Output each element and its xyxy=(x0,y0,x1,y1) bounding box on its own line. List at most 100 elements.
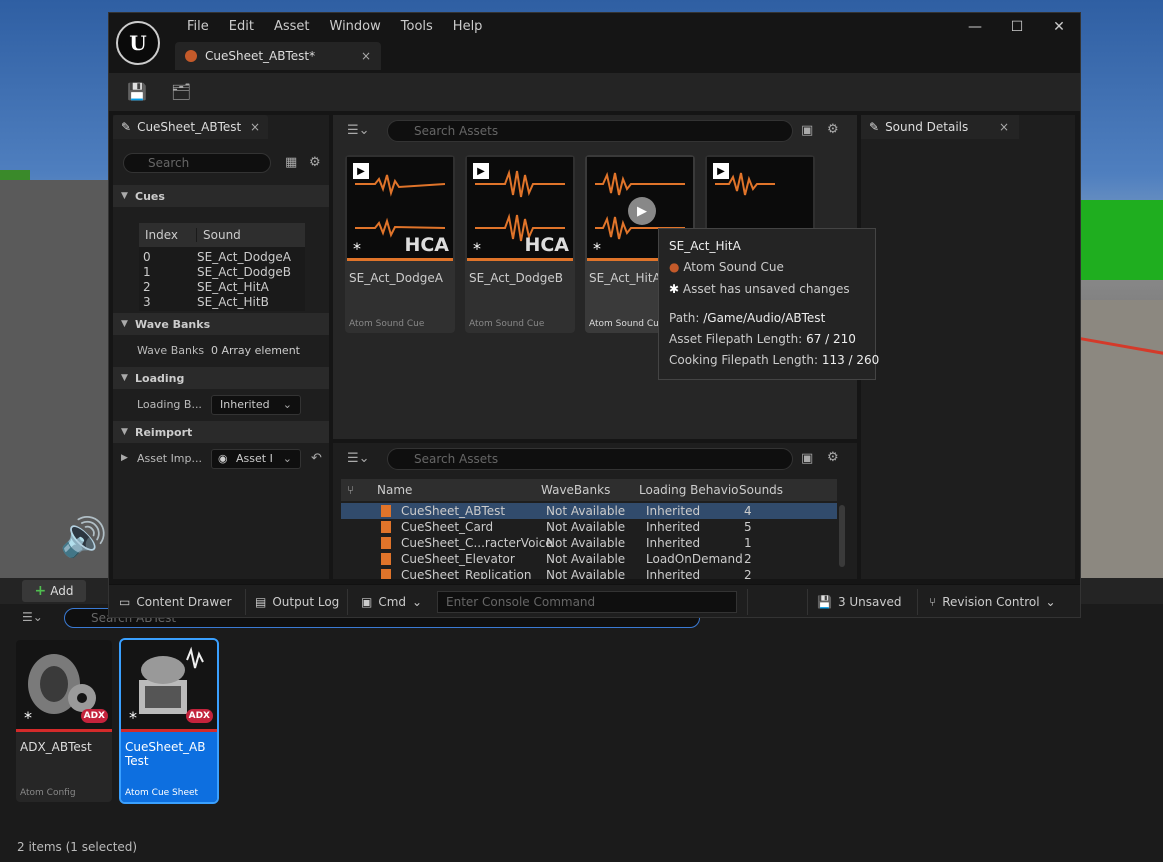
tab-cuesheet-abtest[interactable]: CueSheet_ABTest* × xyxy=(175,42,381,70)
list-scrollbar[interactable] xyxy=(839,505,845,567)
loading-behavior-dropdown[interactable]: Inherited ⌄ xyxy=(211,395,301,415)
sound-details-panel: ✎ Sound Details × xyxy=(861,115,1075,579)
row-name: CueSheet_ABTest xyxy=(401,504,506,518)
path-label: Path: xyxy=(669,311,700,325)
table-row[interactable]: 3 SE_Act_HitB xyxy=(139,295,305,310)
table-row[interactable]: CueSheet_Replication Not Available Inher… xyxy=(341,567,837,579)
tooltip-unsaved: Asset has unsaved changes xyxy=(682,282,850,296)
menu-edit[interactable]: Edit xyxy=(219,19,264,35)
add-button[interactable]: + Add xyxy=(22,580,86,602)
header-sounds[interactable]: Sounds xyxy=(739,483,783,497)
table-row[interactable]: 2 SE_Act_HitA xyxy=(139,280,305,295)
asset-tile-cuesheet-abtest[interactable]: * ADX CueSheet_AB Test Atom Cue Sheet xyxy=(119,638,219,804)
tab-details[interactable]: ✎ CueSheet_ABTest × xyxy=(113,115,268,139)
divider xyxy=(807,589,808,615)
chevron-down-icon: ⌄ xyxy=(282,398,292,411)
asset-name: SE_Act_DodgeB xyxy=(469,271,563,285)
section-loading[interactable]: ▼ Loading xyxy=(113,367,329,389)
asset-tile-adx-abtest[interactable]: * ADX ADX_ABTest Atom Config xyxy=(16,640,112,802)
save-icon[interactable]: 💾 xyxy=(127,82,147,102)
cmd-dropdown[interactable]: ▣ Cmd ⌄ xyxy=(361,585,422,618)
close-icon[interactable]: × xyxy=(361,49,371,63)
revision-control-button[interactable]: ⑂ Revision Control ⌄ xyxy=(929,585,1056,618)
header-wavebanks[interactable]: WaveBanks xyxy=(541,483,610,497)
minimize-button[interactable]: — xyxy=(954,13,996,41)
cue-index: 0 xyxy=(143,250,151,264)
pencil-icon: ✎ xyxy=(121,120,132,134)
asset-search-input[interactable]: Search Assets xyxy=(387,120,793,142)
table-row[interactable]: CueSheet_Elevator Not Available LoadOnDe… xyxy=(341,551,837,567)
gear-icon[interactable]: ⚙ xyxy=(827,122,839,137)
asset-import-dropdown[interactable]: ◉ Asset I ⌄ xyxy=(211,449,301,469)
unreal-logo-icon[interactable]: U xyxy=(116,21,160,65)
menu-help[interactable]: Help xyxy=(443,19,493,35)
expand-triangle-icon[interactable]: ▶ xyxy=(121,453,128,463)
menu-file[interactable]: File xyxy=(177,19,219,35)
table-row[interactable]: CueSheet_C...racterVoice Not Available I… xyxy=(341,535,837,551)
asset-import-label: Asset Imp... xyxy=(137,451,202,465)
unsaved-star-icon: * xyxy=(593,239,601,258)
table-view-icon[interactable]: ▦ xyxy=(285,155,297,170)
sound-cue-tile[interactable]: ▶ * HCA SE_Act_DodgeA Atom Sound Cue xyxy=(345,155,455,333)
header-loading[interactable]: Loading Behavio xyxy=(639,483,739,497)
row-wavebanks: Not Available xyxy=(546,552,626,566)
branch-icon[interactable]: ⑂ xyxy=(347,483,354,497)
folder-icon[interactable]: ▣ xyxy=(801,451,813,466)
table-row[interactable]: 0 SE_Act_DodgeA xyxy=(139,250,305,265)
table-row[interactable]: CueSheet_ABTest Not Available Inherited … xyxy=(341,503,837,519)
sound-cue-tile[interactable]: ▶ * HCA SE_Act_DodgeB Atom Sound Cue xyxy=(465,155,575,333)
filter-icon[interactable]: ☰⌄ xyxy=(347,123,370,138)
console-command-input[interactable]: Enter Console Command xyxy=(437,591,737,613)
filter-icon[interactable]: ☰⌄ xyxy=(347,451,370,466)
close-icon[interactable]: × xyxy=(250,120,260,134)
tab-label: CueSheet_ABTest* xyxy=(205,49,316,63)
tab-sound-details[interactable]: ✎ Sound Details × xyxy=(861,115,1019,139)
table-row[interactable]: 1 SE_Act_DodgeB xyxy=(139,265,305,280)
chevron-down-icon: ⌄ xyxy=(282,452,292,465)
content-drawer-button[interactable]: ▭ Content Drawer xyxy=(119,585,232,618)
output-log-button[interactable]: ▤ Output Log xyxy=(255,585,339,618)
details-search-input[interactable]: Search xyxy=(123,153,271,173)
editor-toolbar: 💾 🗂 xyxy=(109,73,1080,111)
table-row[interactable]: CueSheet_Card Not Available Inherited 5 xyxy=(341,519,837,535)
maximize-button[interactable]: ☐ xyxy=(996,13,1038,41)
reset-icon[interactable]: ↶ xyxy=(311,451,322,466)
chevron-down-icon: ⌄ xyxy=(1045,594,1056,609)
terminal-icon: ▣ xyxy=(361,594,373,609)
list-search-input[interactable]: Search Assets xyxy=(387,448,793,470)
cue-sound: SE_Act_HitB xyxy=(197,295,269,309)
gear-icon[interactable]: ⚙ xyxy=(827,450,839,465)
section-cues[interactable]: ▼ Cues xyxy=(113,185,329,207)
content-browser-status: 2 items (1 selected) xyxy=(17,840,138,854)
unsaved-button[interactable]: 💾 3 Unsaved xyxy=(817,585,902,618)
sound-cue-icon: ● xyxy=(669,260,680,274)
close-icon[interactable]: × xyxy=(999,120,1009,134)
asset-name: SE_Act_HitA xyxy=(589,271,661,285)
browse-icon[interactable]: 🗂 xyxy=(171,82,191,102)
cue-index: 1 xyxy=(143,265,151,279)
cue-sheet-file-icon xyxy=(381,505,391,517)
section-reimport[interactable]: ▼ Reimport xyxy=(113,421,329,443)
tooltip-cook-length-row: Cooking Filepath Length: 113 / 260 xyxy=(669,353,879,367)
menu-tools[interactable]: Tools xyxy=(391,19,443,35)
gear-icon[interactable]: ⚙ xyxy=(309,155,321,170)
row-wavebanks: Not Available xyxy=(546,520,626,534)
menu-window[interactable]: Window xyxy=(320,19,391,35)
section-label: Wave Banks xyxy=(135,317,211,331)
menu-asset[interactable]: Asset xyxy=(264,19,320,35)
folder-icon[interactable]: ▣ xyxy=(801,123,813,138)
section-wave-banks[interactable]: ▼ Wave Banks xyxy=(113,313,329,335)
play-icon[interactable]: ▶ xyxy=(628,197,656,225)
header-name[interactable]: Name xyxy=(377,483,412,497)
sound-details-label: Sound Details xyxy=(885,120,969,134)
divider xyxy=(347,589,348,615)
cue-sound: SE_Act_DodgeB xyxy=(197,265,291,279)
details-tab-label: CueSheet_ABTest xyxy=(137,120,242,134)
filter-icon[interactable]: ☰⌄ xyxy=(22,610,43,624)
cue-sheet-file-icon xyxy=(381,521,391,533)
row-sounds: 2 xyxy=(744,568,752,579)
globe-icon: ◉ xyxy=(218,452,228,465)
row-wavebanks: Not Available xyxy=(546,504,626,518)
cue-table: Index Sound 0 SE_Act_DodgeA 1 SE_Act_Dod… xyxy=(139,223,305,311)
close-window-button[interactable]: ✕ xyxy=(1038,13,1080,41)
